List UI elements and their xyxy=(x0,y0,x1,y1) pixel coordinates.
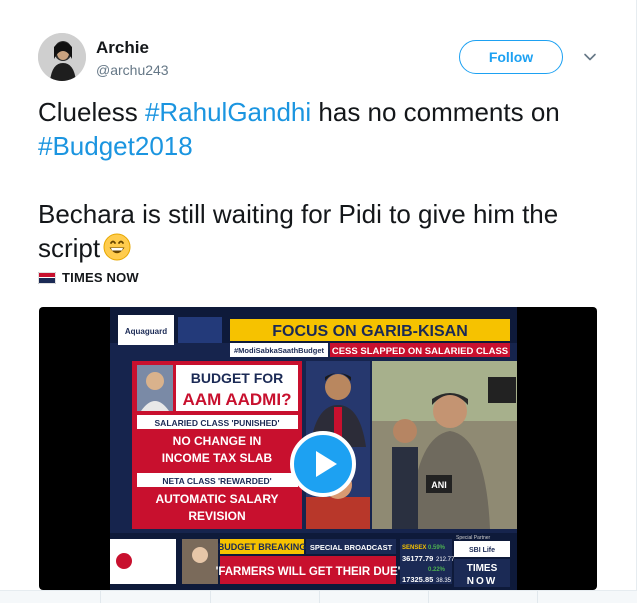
tweet-line: Bechara is still waiting for Pidi to giv… xyxy=(38,197,618,231)
tweet-text-segment: Clueless xyxy=(38,97,145,127)
hashtag-link[interactable]: #RahulGandhi xyxy=(145,97,311,127)
salary-line1: AUTOMATIC SALARY xyxy=(155,492,278,506)
tweet-line: Clueless #RahulGandhi has no comments on xyxy=(38,95,618,129)
author-handle[interactable]: @archu243 xyxy=(96,62,169,78)
farmers-quote: 'FARMERS WILL GET THEIR DUE' xyxy=(216,566,401,578)
neta-tag: NETA CLASS 'REWARDED' xyxy=(162,476,271,486)
sponsor-text: Aquaguard xyxy=(125,327,167,336)
divider-tick xyxy=(210,591,211,603)
sbi-label: SBI Life xyxy=(469,547,495,554)
channel-top: TIMES xyxy=(467,563,498,574)
no-change-line1: NO CHANGE IN xyxy=(173,434,262,448)
special-broadcast: SPECIAL BROADCAST xyxy=(310,543,393,552)
sensex-delta: 212.77 xyxy=(436,557,455,563)
budget-for-text: BUDGET FOR xyxy=(191,370,284,386)
source-attribution[interactable]: TIMES NOW xyxy=(38,270,139,285)
breaking-label: BUDGET BREAKING xyxy=(218,542,307,552)
tweet-line: script xyxy=(38,231,618,265)
avatar-image xyxy=(38,33,86,81)
play-circle-icon[interactable] xyxy=(290,431,356,497)
grinning-face-emoji-icon xyxy=(103,233,131,261)
hashtag-tag: #ModiSabkaSaathBudget xyxy=(234,346,325,355)
video-player[interactable]: Aquaguard FOCUS ON GARIB-KISAN #ModiSabk… xyxy=(39,307,597,590)
times-now-logo-icon xyxy=(38,271,56,284)
special-partner: Special Partner xyxy=(456,535,491,541)
cess-headline: CESS SLAPPED ON SALARIED CLASS xyxy=(332,346,508,357)
tweet-text: Clueless #RahulGandhi has no comments on… xyxy=(38,95,618,265)
tweet-text-segment: has no comments on xyxy=(311,97,560,127)
avatar[interactable] xyxy=(38,33,86,81)
channel-bottom: NOW xyxy=(467,576,497,587)
divider-tick xyxy=(319,591,320,603)
nifty-change: 0.22% xyxy=(428,567,446,573)
tweet-line: #Budget2018 xyxy=(38,129,618,163)
divider-tick xyxy=(428,591,429,603)
salary-line2: REVISION xyxy=(188,509,245,523)
sensex-change: 0.59% xyxy=(428,545,446,551)
divider-tick xyxy=(537,591,538,603)
banner-title: FOCUS ON GARIB-KISAN xyxy=(272,323,468,340)
author-name[interactable]: Archie xyxy=(96,38,149,58)
bottom-divider xyxy=(0,590,637,603)
tweet-card: Archie @archu243 Follow Clueless #RahulG… xyxy=(0,0,637,603)
tweet-text-segment: Bechara is still waiting for Pidi to giv… xyxy=(38,199,559,229)
tweet-text-segment: script xyxy=(38,233,101,263)
follow-button[interactable]: Follow xyxy=(459,40,563,74)
chevron-down-icon[interactable] xyxy=(582,49,598,65)
nifty-delta: 38.35 xyxy=(436,578,452,584)
nifty-value: 17325.85 xyxy=(402,575,433,584)
no-change-line2: INCOME TAX SLAB xyxy=(162,451,273,465)
ani-logo: ANI xyxy=(431,480,447,490)
sensex-label: SENSEX xyxy=(402,545,426,551)
sensex-value: 36177.79 xyxy=(402,554,433,563)
source-name: TIMES NOW xyxy=(62,270,139,285)
hashtag-link[interactable]: #Budget2018 xyxy=(38,131,193,161)
aam-aadmi-text: AAM AADMI? xyxy=(183,390,292,409)
salaried-tag: SALARIED CLASS 'PUNISHED' xyxy=(155,418,280,428)
divider-tick xyxy=(100,591,101,603)
